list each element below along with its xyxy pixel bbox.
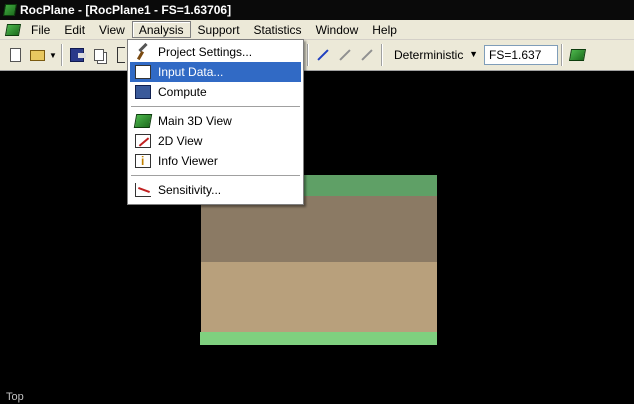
factor-of-safety-field: FS=1.637 (484, 45, 558, 65)
line-tool-icon (317, 49, 329, 61)
save-icon (70, 48, 86, 62)
menu-file[interactable]: File (24, 21, 57, 38)
open-folder-icon (29, 49, 45, 61)
menu-separator (131, 175, 300, 176)
slope-bottom-face (200, 332, 437, 345)
plane-block-lower (201, 262, 437, 332)
sensitivity-icon (135, 183, 151, 197)
menu-window[interactable]: Window (309, 21, 366, 38)
menu-2d-view[interactable]: 2D View (130, 131, 301, 151)
menu-bar: File Edit View Analysis Support Statisti… (0, 20, 634, 40)
analysis-mode-value: Deterministic (394, 48, 464, 62)
draw-line-button[interactable] (312, 44, 334, 66)
compute-icon (135, 85, 151, 99)
menu-main-3d-view[interactable]: Main 3D View (130, 111, 301, 131)
analysis-menu-dropdown: Project Settings... Input Data... Comput… (127, 39, 304, 205)
menu-project-settings[interactable]: Project Settings... (130, 42, 301, 62)
3d-view-button[interactable] (566, 44, 588, 66)
info-viewer-icon (135, 154, 151, 168)
menu-help[interactable]: Help (365, 21, 404, 38)
open-dropdown-arrow[interactable]: ▼ (48, 44, 58, 66)
new-button[interactable] (4, 44, 26, 66)
window-title: RocPlane - [RocPlane1 - FS=1.63706] (20, 3, 232, 17)
menu-statistics[interactable]: Statistics (247, 21, 309, 38)
3d-view-icon (133, 114, 153, 128)
plane-block-upper (201, 196, 437, 262)
title-bar: RocPlane - [RocPlane1 - FS=1.63706] (0, 0, 634, 20)
menu-item-label: 2D View (158, 134, 203, 148)
2d-view-icon (135, 134, 151, 148)
toolbar-separator (381, 44, 383, 66)
document-window-icon[interactable] (4, 23, 22, 36)
toolbar-separator (61, 44, 63, 66)
rocplane-app-icon (2, 4, 18, 16)
menu-separator (131, 106, 300, 107)
menu-view[interactable]: View (92, 21, 132, 38)
menu-item-label: Sensitivity... (158, 183, 222, 197)
menu-compute[interactable]: Compute (130, 82, 301, 102)
menu-info-viewer[interactable]: Info Viewer (130, 151, 301, 171)
menu-item-label: Info Viewer (158, 154, 218, 168)
copy-button[interactable] (88, 44, 110, 66)
new-file-icon (9, 48, 21, 62)
3d-view-icon (568, 49, 586, 61)
menu-input-data[interactable]: Input Data... (130, 62, 301, 82)
view-orientation-label: Top (6, 391, 24, 403)
toolbar-separator (561, 44, 563, 66)
menu-item-label: Compute (158, 85, 207, 99)
frame-icon (117, 47, 125, 63)
menu-support[interactable]: Support (191, 21, 247, 38)
copy-icon (94, 49, 104, 61)
toolbar-separator (307, 44, 309, 66)
disabled-tool-icon (361, 49, 373, 61)
menu-item-label: Main 3D View (158, 114, 232, 128)
save-button[interactable] (66, 44, 88, 66)
settings-icon (135, 45, 151, 59)
tool-disabled-1[interactable] (334, 44, 356, 66)
menu-item-label: Input Data... (158, 65, 224, 79)
analysis-mode-select[interactable]: Deterministic ▼ (390, 45, 480, 65)
menu-item-label: Project Settings... (158, 45, 253, 59)
menu-edit[interactable]: Edit (57, 21, 92, 38)
menu-analysis[interactable]: Analysis (131, 21, 191, 38)
chevron-down-icon: ▼ (469, 49, 478, 59)
toolbar: ▼ Deterministic ▼ FS=1.637 (0, 40, 634, 71)
disabled-tool-icon (339, 49, 351, 61)
tool-disabled-2[interactable] (356, 44, 378, 66)
fs-value: FS=1.637 (489, 48, 542, 62)
input-data-icon (135, 65, 151, 79)
open-button[interactable] (26, 44, 48, 66)
menu-sensitivity[interactable]: Sensitivity... (130, 180, 301, 200)
